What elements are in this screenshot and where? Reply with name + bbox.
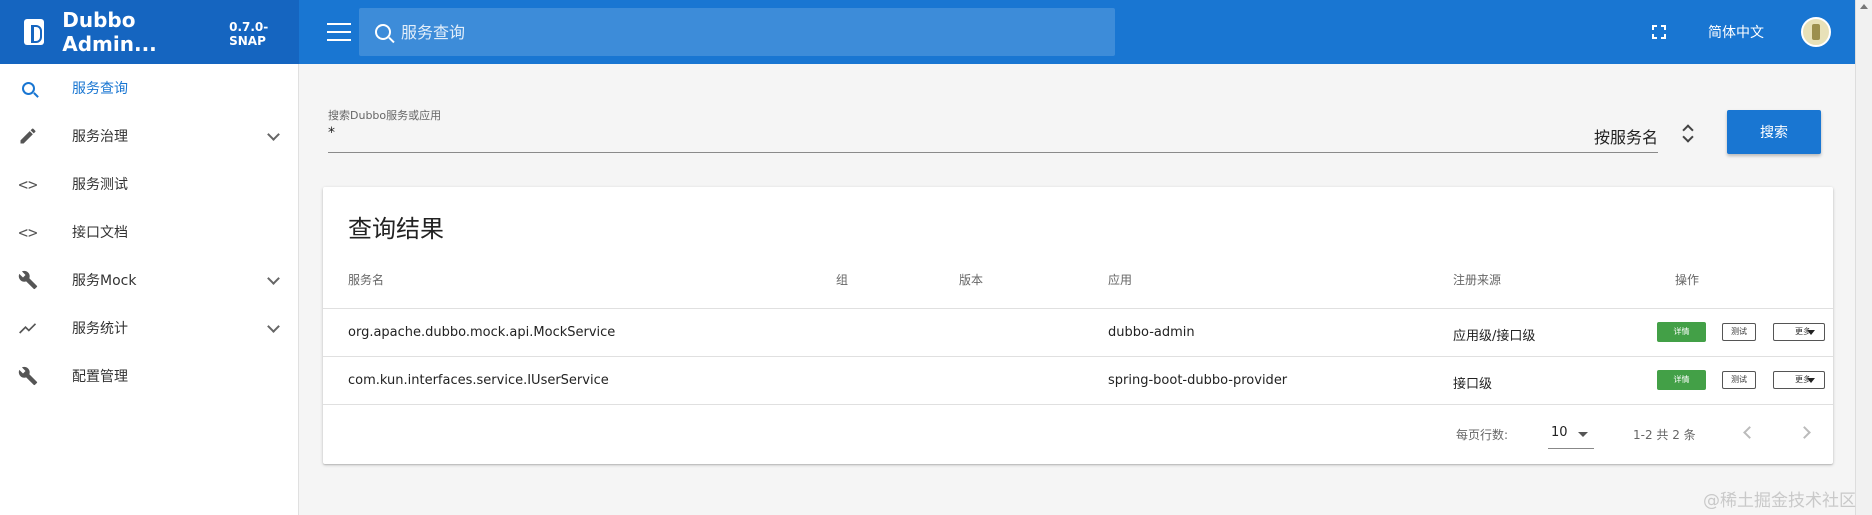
chevron-down-icon: [267, 320, 280, 333]
language-switch[interactable]: 简体中文: [1708, 22, 1764, 42]
sidebar-item-label: 服务查询: [72, 81, 128, 97]
table-divider: [323, 308, 1833, 309]
search-icon: [16, 76, 40, 100]
filter-label: 搜索Dubbo服务或应用: [328, 109, 442, 122]
cell-source: 接口级: [1453, 377, 1493, 392]
sidebar-item-service-mock[interactable]: 服务Mock: [0, 256, 298, 304]
brand-bar: Dubbo Admin... 0.7.0-SNAP: [0, 0, 299, 64]
sidebar-item-label: 服务统计: [72, 321, 128, 337]
select-underline: [1548, 448, 1594, 449]
avatar[interactable]: [1801, 17, 1831, 47]
sidebar-item-label: 接口文档: [72, 225, 128, 241]
chevron-left-icon[interactable]: [1743, 426, 1756, 439]
sidebar-item-config[interactable]: 配置管理: [0, 352, 298, 400]
results-title: 查询结果: [348, 215, 444, 243]
chevron-down-icon: [267, 128, 280, 141]
top-bar: 简体中文: [299, 0, 1855, 64]
column-header-actions: 操作: [1675, 273, 1700, 287]
wrench-icon: [16, 268, 40, 292]
sidebar-item-service-stats[interactable]: 服务统计: [0, 304, 298, 352]
app-title: Dubbo Admin...: [62, 8, 157, 56]
search-button[interactable]: 搜索: [1727, 110, 1821, 154]
cell-source: 应用级/接口级: [1453, 329, 1536, 344]
service-search-box[interactable]: [359, 8, 1115, 56]
detail-button[interactable]: 详情: [1657, 322, 1706, 342]
fullscreen-icon[interactable]: [1652, 25, 1666, 39]
sidebar-item-label: 服务治理: [72, 129, 128, 145]
filter-underline: [328, 152, 1658, 153]
results-card: 查询结果 服务名 组 版本 应用 注册来源 操作 org.apache.dubb…: [323, 187, 1833, 464]
sidebar-item-label: 服务Mock: [72, 273, 137, 289]
column-header-version[interactable]: 版本: [959, 271, 983, 288]
trending-up-icon: [16, 316, 40, 340]
rows-per-page-label: 每页行数:: [1456, 428, 1509, 442]
sort-select[interactable]: 按服务名: [1594, 124, 1658, 148]
table-divider: [323, 404, 1833, 405]
code-icon: <>: [18, 222, 38, 242]
test-button[interactable]: 测试: [1722, 323, 1756, 341]
sidebar-item-service-search[interactable]: 服务查询: [0, 64, 298, 112]
table-divider: [323, 356, 1833, 357]
app-version: 0.7.0-SNAP: [229, 20, 269, 48]
sidebar-item-label: 配置管理: [72, 369, 128, 385]
pagination-range: 1-2 共 2 条: [1633, 428, 1696, 442]
window-scrollbar[interactable]: [1855, 0, 1872, 515]
column-header-group[interactable]: 组: [836, 271, 848, 288]
wrench-icon: [16, 364, 40, 388]
dubbo-logo-icon: [24, 19, 45, 45]
test-button[interactable]: 测试: [1722, 371, 1756, 389]
more-button[interactable]: 更多: [1773, 371, 1825, 389]
column-header-service[interactable]: 服务名: [348, 271, 384, 288]
service-search-input[interactable]: [401, 22, 1001, 42]
cell-app: dubbo-admin: [1108, 325, 1195, 340]
rows-per-page-select[interactable]: 10: [1551, 425, 1568, 440]
sidebar-item-service-governance[interactable]: 服务治理: [0, 112, 298, 160]
pencil-icon: [16, 124, 40, 148]
cell-app: spring-boot-dubbo-provider: [1108, 373, 1288, 388]
sidebar: 服务查询 服务治理 <> 服务测试 <> 接口文档 服务Mock 服务统计 配置…: [0, 64, 299, 515]
sidebar-item-api-docs[interactable]: <> 接口文档: [0, 208, 298, 256]
caret-down-icon[interactable]: [1578, 432, 1588, 437]
menu-icon[interactable]: [327, 23, 351, 41]
code-icon: <>: [18, 174, 38, 194]
column-header-app[interactable]: 应用: [1108, 271, 1132, 288]
sidebar-item-label: 服务测试: [72, 177, 128, 193]
column-header-source: 注册来源: [1453, 273, 1502, 287]
cell-service: org.apache.dubbo.mock.api.MockService: [348, 325, 616, 340]
chevron-right-icon[interactable]: [1798, 426, 1811, 439]
filter-input[interactable]: *: [328, 125, 335, 141]
chevron-down-icon: [267, 272, 280, 285]
search-icon: [375, 24, 391, 40]
detail-button[interactable]: 详情: [1657, 370, 1706, 390]
more-button[interactable]: 更多: [1773, 323, 1825, 341]
unfold-icon[interactable]: [1682, 122, 1694, 144]
sidebar-item-service-test[interactable]: <> 服务测试: [0, 160, 298, 208]
watermark: @稀土掘金技术社区: [1703, 491, 1856, 511]
cell-service: com.kun.interfaces.service.IUserService: [348, 373, 609, 388]
